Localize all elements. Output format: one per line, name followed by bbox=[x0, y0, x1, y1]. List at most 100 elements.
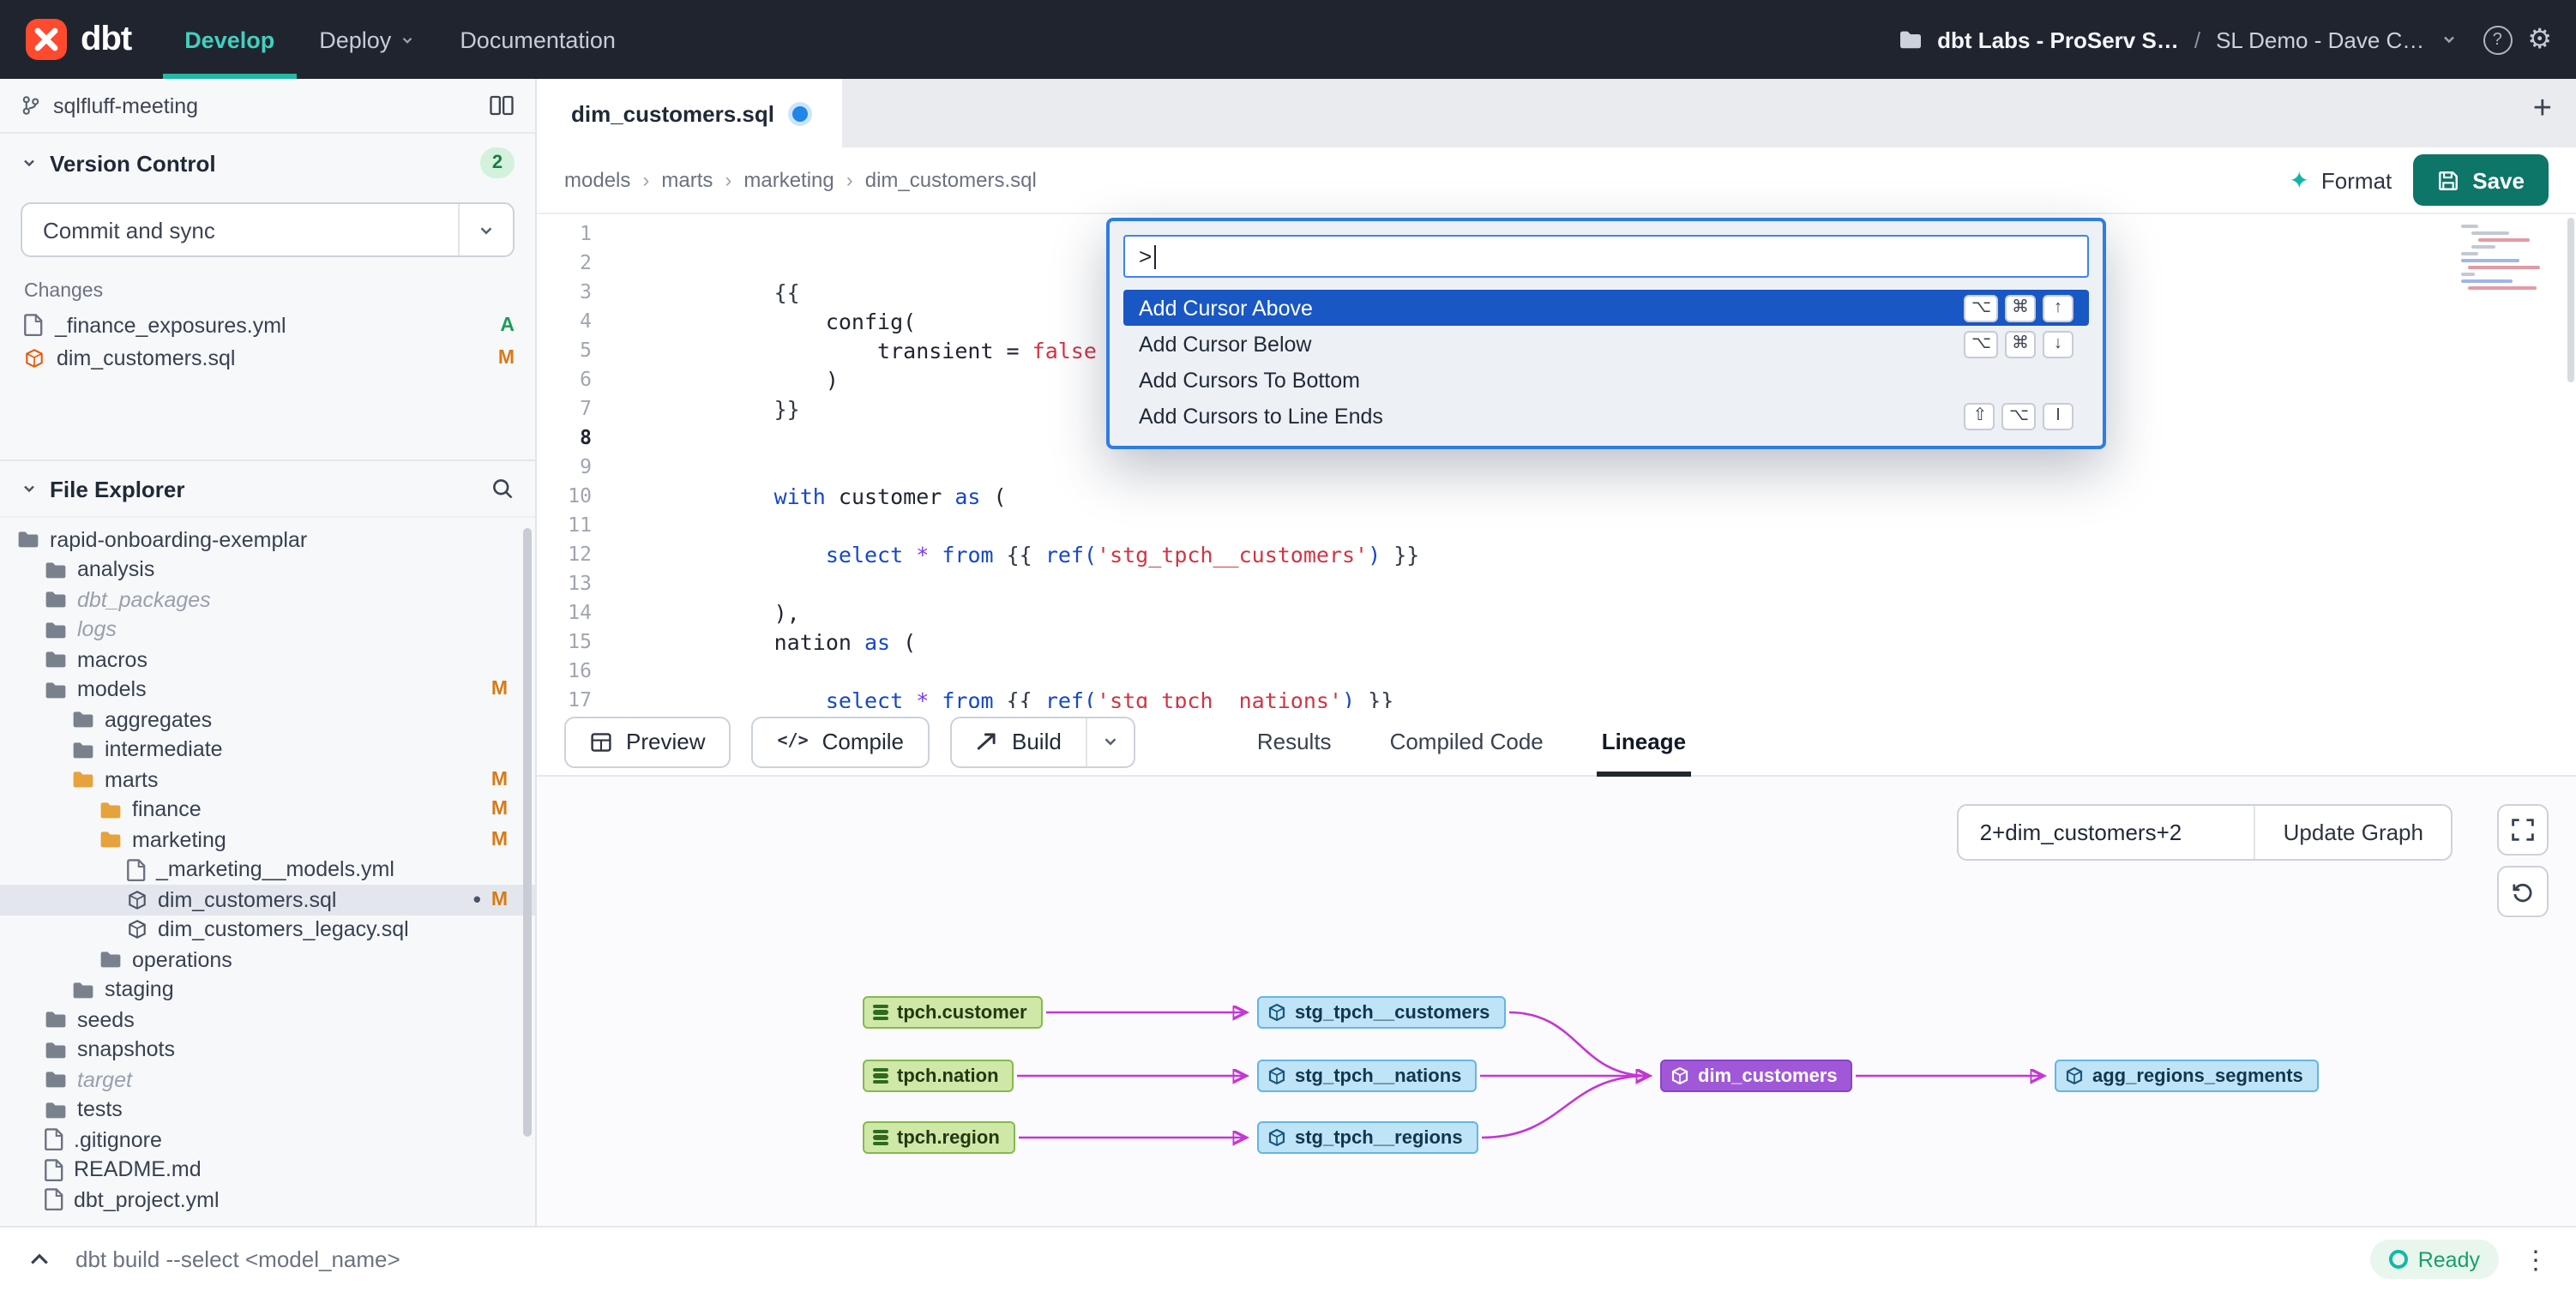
editor-tab-bar: dim_customers.sql + bbox=[537, 79, 2576, 147]
lineage-node[interactable]: tpch.customer bbox=[863, 996, 1043, 1029]
lineage-selector-input[interactable]: 2+dim_customers+2 bbox=[1959, 806, 2254, 859]
docs-book-icon[interactable] bbox=[489, 94, 515, 117]
file-tree-row[interactable]: analysis • bbox=[0, 555, 535, 585]
file-tree-name: models bbox=[77, 677, 147, 702]
fullscreen-button[interactable] bbox=[2497, 804, 2549, 856]
nav-link[interactable]: Documentation bbox=[437, 0, 638, 79]
account-selector[interactable]: dbt Labs - ProServ S… bbox=[1937, 27, 2179, 52]
chevron-down-icon[interactable] bbox=[2440, 31, 2457, 48]
action-button[interactable]: </> Compile bbox=[751, 716, 930, 767]
breadcrumb-item[interactable]: models bbox=[564, 168, 661, 192]
tree-scrollbar[interactable] bbox=[523, 528, 532, 1138]
project-selector[interactable]: SL Demo - Dave C… bbox=[2216, 27, 2424, 52]
result-pane-tab[interactable]: Compiled Code bbox=[1361, 707, 1573, 776]
changed-file-row[interactable]: dim_customers.sql M bbox=[0, 341, 535, 374]
action-button[interactable]: </> Build bbox=[950, 716, 1135, 767]
save-button[interactable]: Save bbox=[2412, 154, 2549, 206]
file-tree-row[interactable]: dim_customers.sql • M bbox=[0, 885, 535, 915]
code-token: * bbox=[916, 688, 930, 708]
file-tree-row[interactable]: dbt_packages • bbox=[0, 585, 535, 615]
nav-link[interactable]: Deploy bbox=[297, 0, 437, 79]
command-palette-item[interactable]: Add Cursors to Line Ends ⇧ ⌥ I bbox=[1123, 398, 2089, 434]
file-tree-row[interactable]: operations • bbox=[0, 945, 535, 975]
chevron-down-icon[interactable] bbox=[1085, 718, 1134, 766]
breadcrumb-item[interactable]: dim_customers.sql bbox=[865, 168, 1037, 192]
overflow-menu-icon[interactable]: ⋮ bbox=[2523, 1244, 2549, 1275]
action-button[interactable]: </> Preview bbox=[564, 716, 731, 767]
file-tree-row[interactable]: dim_customers_legacy.sql • bbox=[0, 915, 535, 945]
file-tree-row[interactable]: marketing • M bbox=[0, 825, 535, 855]
file-tree-row[interactable]: rapid-onboarding-exemplar • bbox=[0, 525, 535, 555]
breadcrumb-item[interactable]: marketing bbox=[743, 168, 864, 192]
command-palette-item[interactable]: Add Cursor Above ⌥ ⌘ ↑ bbox=[1123, 290, 2089, 326]
lineage-node[interactable]: stg_tpch__regions bbox=[1257, 1121, 1478, 1154]
file-tree-row[interactable]: logs • bbox=[0, 615, 535, 645]
dbt-logo[interactable]: dbt bbox=[24, 17, 155, 62]
chevron-up-icon[interactable] bbox=[27, 1247, 51, 1271]
branch-selector[interactable]: sqlfluff-meeting bbox=[0, 79, 535, 134]
file-tree-row[interactable]: seeds • bbox=[0, 1005, 535, 1035]
format-button[interactable]: ✦ Format bbox=[2289, 165, 2392, 195]
file-tree-row[interactable]: staging • bbox=[0, 975, 535, 1005]
code-token: from bbox=[942, 542, 994, 567]
file-explorer-header[interactable]: File Explorer bbox=[0, 459, 535, 518]
lineage-node[interactable]: agg_regions_segments bbox=[2055, 1060, 2319, 1092]
editor-scrollbar[interactable] bbox=[2567, 218, 2574, 382]
breadcrumb-item[interactable]: marts bbox=[661, 168, 743, 192]
file-tree-row[interactable]: macros • bbox=[0, 645, 535, 675]
result-pane-tab[interactable]: Lineage bbox=[1573, 707, 1715, 776]
file-icon bbox=[45, 1158, 63, 1181]
result-pane-tab[interactable]: Results bbox=[1228, 707, 1361, 776]
command-palette-item[interactable]: Add Cursor Below ⌥ ⌘ ↓ bbox=[1123, 326, 2089, 362]
file-tree-row[interactable]: snapshots • bbox=[0, 1035, 535, 1065]
file-tree-row[interactable]: tests • bbox=[0, 1095, 535, 1125]
file-tree-row[interactable]: dbt_project.yml • bbox=[0, 1185, 535, 1215]
file-tree-row[interactable]: marts • M bbox=[0, 765, 535, 795]
git-status-letter: M bbox=[491, 829, 508, 850]
file-tree-name: dim_customers_legacy.sql bbox=[158, 917, 409, 942]
code-token: false bbox=[1032, 338, 1097, 363]
status-badge: Ready bbox=[2369, 1240, 2499, 1279]
file-icon bbox=[127, 858, 146, 881]
lineage-node-label: stg_tpch__nations bbox=[1295, 1066, 1462, 1086]
new-tab-button[interactable]: + bbox=[2533, 91, 2552, 129]
file-tree-row[interactable]: README.md • bbox=[0, 1155, 535, 1185]
chevron-down-icon[interactable] bbox=[458, 204, 513, 255]
file-tree-row[interactable]: target • bbox=[0, 1065, 535, 1095]
version-control-header[interactable]: Version Control 2 bbox=[0, 134, 535, 192]
key-cap: ↓ bbox=[2043, 330, 2073, 357]
lineage-node[interactable]: dim_customers bbox=[1660, 1060, 1853, 1092]
command-palette-item[interactable]: Add Cursors To Bottom bbox=[1123, 362, 2089, 398]
file-tree-row[interactable]: finance • M bbox=[0, 795, 535, 825]
file-tree-row[interactable]: models • M bbox=[0, 675, 535, 705]
lineage-node[interactable]: stg_tpch__customers bbox=[1257, 996, 1506, 1029]
file-tree-row[interactable]: _marketing__models.yml • bbox=[0, 855, 535, 885]
line-number: 12 bbox=[568, 542, 592, 566]
nav-link[interactable]: Develop bbox=[162, 0, 297, 79]
changed-file-row[interactable]: _finance_exposures.yml A bbox=[0, 309, 535, 341]
code-line: 14 bbox=[537, 598, 2576, 627]
minimap[interactable] bbox=[2454, 221, 2557, 427]
gear-icon[interactable]: ⚙ bbox=[2527, 22, 2552, 57]
model-cube-icon bbox=[24, 347, 45, 368]
file-tree-name: rapid-onboarding-exemplar bbox=[50, 527, 308, 552]
search-icon[interactable] bbox=[491, 477, 515, 501]
update-graph-button[interactable]: Update Graph bbox=[2254, 806, 2451, 859]
command-palette-input[interactable]: > bbox=[1123, 235, 2089, 278]
top-nav: dbt Develop Deploy Documentation dbt Lab… bbox=[0, 0, 2576, 79]
commit-and-sync-button[interactable]: Commit and sync bbox=[21, 202, 515, 257]
lineage-node[interactable]: tpch.nation bbox=[863, 1060, 1014, 1092]
git-status-letter: M bbox=[491, 799, 508, 820]
file-tree-row[interactable]: intermediate • bbox=[0, 735, 535, 765]
help-icon[interactable]: ? bbox=[2483, 25, 2513, 54]
command-input[interactable]: dbt build --select <model_name> bbox=[75, 1246, 400, 1272]
file-tree-row[interactable]: aggregates • bbox=[0, 705, 535, 735]
lineage-node[interactable]: stg_tpch__nations bbox=[1257, 1060, 1478, 1092]
lineage-node[interactable]: tpch.region bbox=[863, 1121, 1015, 1154]
file-tree-row[interactable]: .gitignore • bbox=[0, 1125, 535, 1155]
folder-icon bbox=[99, 831, 122, 850]
editor-tab[interactable]: dim_customers.sql bbox=[537, 79, 841, 147]
reset-view-button[interactable] bbox=[2497, 866, 2549, 917]
